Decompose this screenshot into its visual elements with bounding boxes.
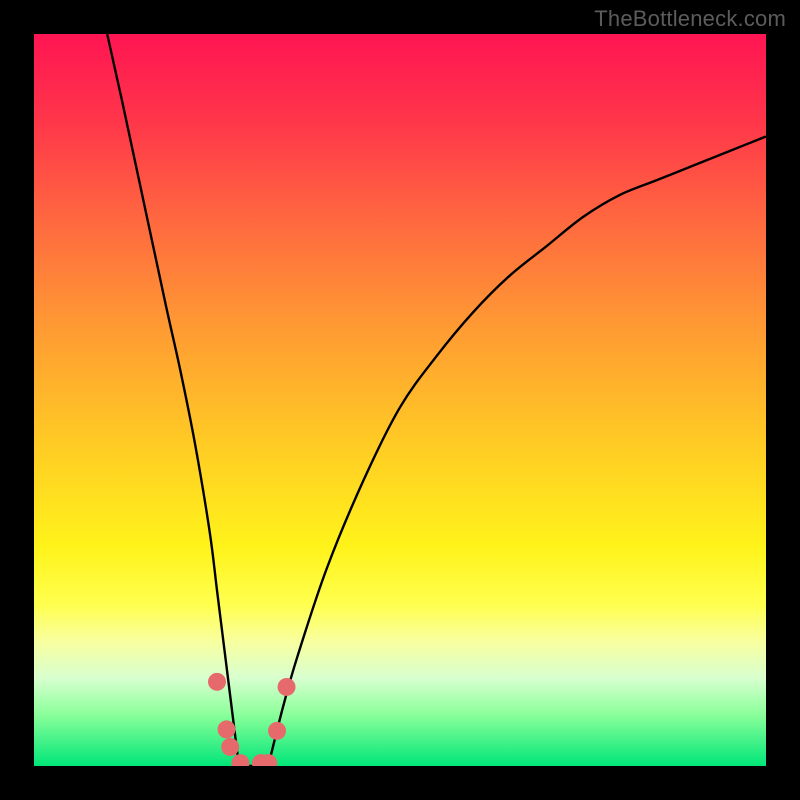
- data-marker: [278, 678, 296, 696]
- data-markers: [208, 673, 296, 766]
- plot-area: [34, 34, 766, 766]
- curve-layer: [34, 34, 766, 766]
- data-marker: [231, 754, 249, 766]
- left-branch: [107, 34, 239, 766]
- data-marker: [268, 722, 286, 740]
- data-marker: [218, 720, 236, 738]
- data-marker: [208, 673, 226, 691]
- right-branch: [268, 136, 766, 766]
- watermark-text: TheBottleneck.com: [594, 6, 786, 32]
- chart-frame: TheBottleneck.com: [0, 0, 800, 800]
- data-marker: [221, 738, 239, 756]
